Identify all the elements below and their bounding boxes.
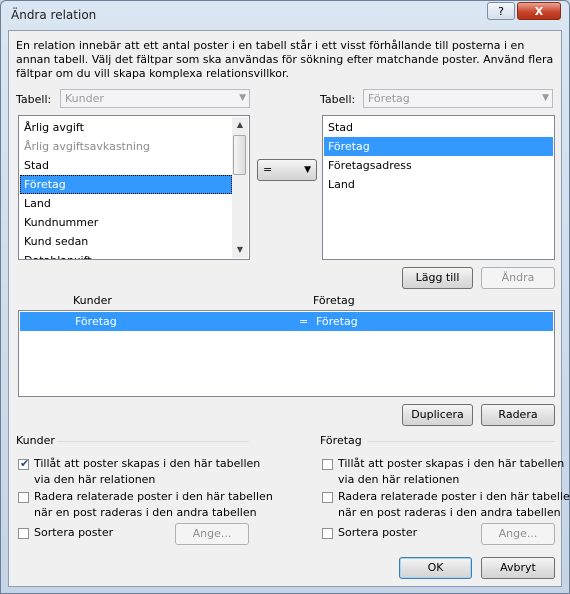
cancel-button[interactable]: Avbryt bbox=[481, 557, 555, 579]
window-title: Ändra relation bbox=[11, 8, 97, 22]
right-table-select[interactable]: Företag ▼ bbox=[363, 89, 553, 108]
add-button[interactable]: Lägg till bbox=[402, 267, 473, 289]
list-item[interactable]: Land bbox=[20, 194, 232, 213]
left-create-label[interactable]: Tillåt att poster skapas i den här tabel… bbox=[34, 456, 260, 488]
relations-list[interactable]: Företag = Företag bbox=[18, 310, 555, 397]
list-item[interactable]: Stad bbox=[324, 118, 553, 137]
chevron-down-icon: ▼ bbox=[304, 165, 311, 175]
left-delete-label[interactable]: Radera relaterade poster i den här tabel… bbox=[34, 489, 273, 521]
right-table-label: Tabell: bbox=[320, 93, 356, 106]
left-specify-button[interactable]: Ange... bbox=[175, 523, 249, 545]
help-button[interactable]: ? bbox=[487, 2, 515, 20]
list-item[interactable]: Datablanxift bbox=[20, 251, 232, 259]
right-delete-label[interactable]: Radera relaterade poster i den här tabel… bbox=[338, 489, 570, 521]
operator-select[interactable]: = ▼ bbox=[257, 159, 317, 181]
list-item[interactable]: Årlig avgiftsavkastning bbox=[20, 137, 232, 156]
left-field-list[interactable]: Årlig avgift Årlig avgiftsavkastning Sta… bbox=[18, 115, 250, 260]
list-item-selected[interactable]: Företag bbox=[20, 175, 232, 194]
description-text: En relation innebär att ett antal poster… bbox=[16, 39, 554, 80]
left-table-label: Tabell: bbox=[16, 93, 52, 106]
right-sort-checkbox[interactable] bbox=[322, 528, 333, 539]
left-delete-checkbox[interactable] bbox=[18, 492, 29, 503]
list-item[interactable]: Kund sedan bbox=[20, 232, 232, 251]
relation-right-field: Företag bbox=[316, 315, 358, 328]
dialog-body: En relation innebär att ett antal poster… bbox=[8, 30, 570, 587]
list-item-selected[interactable]: Företag bbox=[324, 137, 553, 156]
left-list-scrollbar[interactable]: ▲ ▼ bbox=[232, 117, 248, 258]
right-create-label[interactable]: Tillåt att poster skapas i den här tabel… bbox=[338, 456, 564, 488]
title-bar[interactable]: Ändra relation ? X bbox=[1, 1, 569, 29]
close-button[interactable]: X bbox=[517, 2, 561, 20]
right-field-list[interactable]: Stad Företag Företagsadress Land bbox=[322, 115, 555, 260]
right-delete-checkbox[interactable] bbox=[322, 492, 333, 503]
left-options-header: Kunder bbox=[16, 434, 55, 447]
check-icon: ✔ bbox=[20, 457, 30, 470]
relations-header-right: Företag bbox=[313, 294, 355, 307]
right-options-header: Företag bbox=[320, 434, 362, 447]
operator-value: = bbox=[263, 163, 273, 176]
left-table-select[interactable]: Kunder ▼ bbox=[60, 89, 250, 108]
scroll-down-icon[interactable]: ▼ bbox=[232, 242, 248, 258]
list-item[interactable]: Stad bbox=[20, 156, 232, 175]
duplicate-button[interactable]: Duplicera bbox=[402, 404, 473, 426]
right-specify-button[interactable]: Ange... bbox=[481, 523, 555, 545]
relations-header-left: Kunder bbox=[73, 294, 112, 307]
left-sort-checkbox[interactable] bbox=[18, 528, 29, 539]
left-sort-label[interactable]: Sortera poster bbox=[34, 525, 113, 541]
divider bbox=[57, 441, 249, 442]
ok-button[interactable]: OK bbox=[399, 557, 472, 579]
scroll-thumb[interactable] bbox=[233, 135, 246, 175]
right-table-value: Företag bbox=[368, 92, 410, 105]
delete-button[interactable]: Radera bbox=[481, 404, 555, 426]
list-item[interactable]: Land bbox=[324, 175, 553, 194]
left-create-checkbox[interactable]: ✔ bbox=[18, 457, 30, 470]
relation-operator: = bbox=[299, 315, 309, 328]
list-item[interactable]: Företagsadress bbox=[324, 156, 553, 175]
change-button[interactable]: Ändra bbox=[481, 267, 555, 289]
left-table-value: Kunder bbox=[65, 92, 104, 105]
divider bbox=[367, 441, 555, 442]
relation-left-field: Företag bbox=[75, 315, 117, 328]
chevron-down-icon: ▼ bbox=[542, 93, 549, 103]
chevron-down-icon: ▼ bbox=[239, 93, 246, 103]
scroll-up-icon[interactable]: ▲ bbox=[232, 117, 248, 133]
list-item[interactable]: Årlig avgift bbox=[20, 118, 232, 137]
table-row[interactable]: Företag = Företag bbox=[20, 312, 553, 331]
right-sort-label[interactable]: Sortera poster bbox=[338, 525, 417, 541]
dialog-window: Ändra relation ? X En relation innebär a… bbox=[0, 0, 570, 594]
list-item[interactable]: Kundnummer bbox=[20, 213, 232, 232]
right-create-checkbox[interactable] bbox=[322, 459, 333, 470]
